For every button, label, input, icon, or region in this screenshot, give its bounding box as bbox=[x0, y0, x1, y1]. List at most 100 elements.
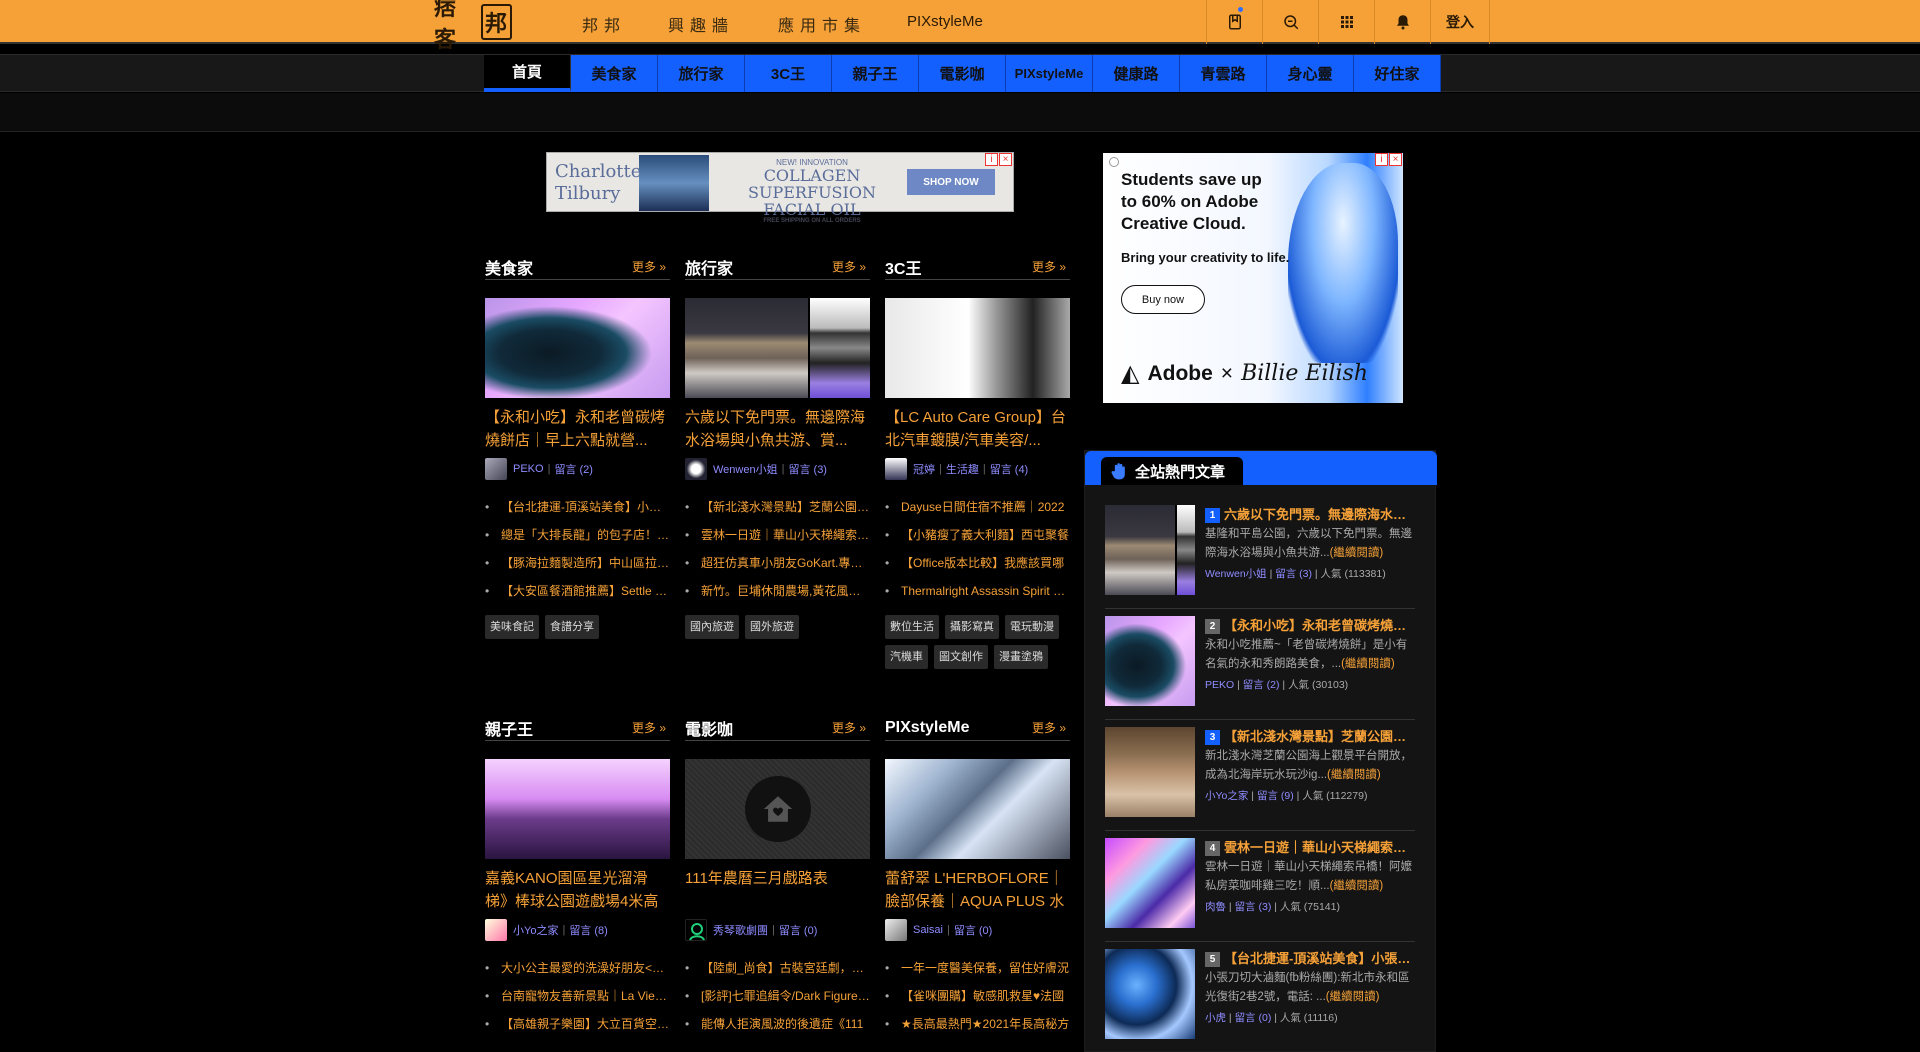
comment-count[interactable]: 留言 (0) bbox=[779, 922, 818, 938]
author-name[interactable]: Wenwen小姐 bbox=[1205, 568, 1267, 580]
read-more-link[interactable]: (繼續閱讀) bbox=[1327, 769, 1381, 781]
author-name[interactable]: 秀琴歌劇團 bbox=[713, 922, 768, 938]
cat-tab-mind[interactable]: 身心靈 bbox=[1267, 55, 1354, 92]
popular-title-text[interactable]: 雲林一日遊｜華山小天梯繩索吊橋 bbox=[1224, 840, 1415, 855]
list-item[interactable]: 超狂仿真車小朋友GoKart.專業賽車 bbox=[685, 549, 870, 577]
popular-item-title[interactable]: 4 雲林一日遊｜華山小天梯繩索吊橋 bbox=[1205, 838, 1415, 858]
article-headline[interactable]: 【LC Auto Care Group】台北汽車鍍膜/汽車美容/... bbox=[885, 406, 1070, 452]
list-item[interactable]: 【高雄親子樂園】大立百貨空中樂園 bbox=[485, 1010, 670, 1038]
author-name[interactable]: PEKO bbox=[513, 463, 544, 475]
author-name[interactable]: 肉魯 bbox=[1205, 901, 1226, 913]
tag[interactable]: 美味食記 bbox=[485, 615, 539, 639]
top-nav-interest-wall[interactable]: 興趣牆 bbox=[668, 12, 734, 36]
avatar[interactable] bbox=[885, 458, 907, 480]
tag[interactable]: 汽機車 bbox=[885, 645, 928, 669]
list-item[interactable]: 【豚海拉麵製造所】中山區拉麵推薦 bbox=[485, 549, 670, 577]
top-nav-bangbang[interactable]: 邦邦 bbox=[582, 12, 626, 36]
avatar[interactable] bbox=[485, 458, 507, 480]
more-link[interactable]: 更多 » bbox=[832, 719, 870, 736]
top-nav-app-market[interactable]: 應用市集 bbox=[778, 12, 866, 36]
list-item[interactable]: 【雀咪團購】敏感肌救星♥法國 bbox=[885, 982, 1070, 1010]
list-item[interactable]: 總是「大排長龍」的包子店！台北 bbox=[485, 521, 670, 549]
ad-close-icon[interactable]: × bbox=[1389, 153, 1402, 166]
comment-count[interactable]: 留言 (9) bbox=[1257, 790, 1294, 802]
more-link[interactable]: 更多 » bbox=[632, 719, 670, 736]
section-title[interactable]: 3C王 bbox=[885, 255, 921, 279]
tag[interactable]: 國外旅遊 bbox=[745, 615, 799, 639]
cat-tab-health[interactable]: 健康路 bbox=[1093, 55, 1180, 92]
read-more-link[interactable]: (繼續閱讀) bbox=[1326, 991, 1380, 1003]
comment-count[interactable]: 留言 (3) bbox=[1275, 568, 1312, 580]
read-more-link[interactable]: (繼續閱讀) bbox=[1341, 658, 1395, 670]
cat-tab-parenting[interactable]: 親子王 bbox=[832, 55, 919, 92]
tag[interactable]: 攝影寫真 bbox=[945, 615, 999, 639]
site-logo[interactable]: 痞客邦 bbox=[434, 0, 512, 53]
list-item[interactable]: 台南寵物友善新景點｜La Vie 樂 bbox=[485, 982, 670, 1010]
author-name[interactable]: PEKO bbox=[1205, 679, 1234, 691]
tag[interactable]: 食譜分享 bbox=[545, 615, 599, 639]
apps-button[interactable] bbox=[1318, 0, 1374, 44]
cat-tab-pixstyleme[interactable]: PIXstyleMe bbox=[1006, 55, 1093, 92]
article-thumbnail[interactable] bbox=[885, 759, 1070, 859]
list-item[interactable]: 【新北淺水灣景點】芝蘭公園海上觀景 bbox=[685, 493, 870, 521]
comment-count[interactable]: 留言 (4) bbox=[990, 461, 1029, 477]
list-item[interactable]: 【台北捷運-頂溪站美食】小張刀切大滷麵｜ bbox=[485, 493, 670, 521]
comment-count[interactable]: 留言 (2) bbox=[554, 461, 593, 477]
article-thumbnail[interactable] bbox=[685, 298, 870, 398]
list-item[interactable]: 【Office版本比較】我應該買哪 bbox=[885, 549, 1070, 577]
list-item[interactable]: 雲林一日遊｜華山小天梯繩索吊橋 bbox=[685, 521, 870, 549]
section-title[interactable]: 電影咖 bbox=[685, 716, 733, 740]
popular-item-title[interactable]: 2 【永和小吃】永和老曾碳烤燒餅店 bbox=[1205, 616, 1415, 636]
comment-count[interactable]: 留言 (8) bbox=[569, 922, 608, 938]
popular-thumbnail[interactable] bbox=[1105, 616, 1195, 706]
more-link[interactable]: 更多 » bbox=[832, 258, 870, 275]
tag[interactable]: 國內旅遊 bbox=[685, 615, 739, 639]
article-thumbnail[interactable] bbox=[885, 298, 1070, 398]
cat-tab-career[interactable]: 青雲路 bbox=[1180, 55, 1267, 92]
list-item[interactable]: 一年一度醫美保養，留住好膚況 bbox=[885, 954, 1070, 982]
popular-thumbnail[interactable] bbox=[1105, 505, 1195, 595]
article-headline[interactable]: 蕾舒翠 L'HERBOFLORE｜臉部保養｜AQUA PLUS 水 bbox=[885, 867, 1070, 913]
comment-count[interactable]: 留言 (3) bbox=[788, 461, 827, 477]
more-link[interactable]: 更多 » bbox=[1032, 719, 1070, 736]
tag[interactable]: 圖文創作 bbox=[934, 645, 988, 669]
popular-item-title[interactable]: 3 【新北淺水灣景點】芝蘭公園海上 bbox=[1205, 727, 1415, 747]
ad-close-icon[interactable]: × bbox=[999, 153, 1012, 166]
author-name[interactable]: 小Yo之家 bbox=[1205, 790, 1248, 802]
cat-tab-3c[interactable]: 3C王 bbox=[745, 55, 832, 92]
list-item[interactable]: 【大安區餐酒館推薦】Settle 餐酒館 bbox=[485, 577, 670, 605]
list-item[interactable]: [影評]七罪追緝令/Dark Figure of bbox=[685, 982, 870, 1010]
list-item[interactable]: 【陸劇_尚食】古裝宮廷劇，許凱 bbox=[685, 954, 870, 982]
ad-info-icon[interactable]: i bbox=[985, 153, 998, 166]
popular-title-text[interactable]: 【新北淺水灣景點】芝蘭公園海上 bbox=[1224, 729, 1415, 744]
author-category[interactable]: 生活趣 bbox=[946, 461, 979, 477]
list-item[interactable]: Thermalright Assassin Spirit 120 bbox=[885, 577, 1070, 605]
section-title[interactable]: PIXstyleMe bbox=[885, 719, 969, 737]
read-more-link[interactable]: (繼續閱讀) bbox=[1330, 880, 1384, 892]
avatar[interactable] bbox=[885, 919, 907, 941]
banner-ad-top[interactable]: Charlotte Tilbury NEW! INNOVATION COLLAG… bbox=[546, 152, 1014, 224]
list-item[interactable]: 能傳人拒演風波的後遺症《111 bbox=[685, 1010, 870, 1038]
top-nav-pixstyleme[interactable]: PIXstyleMe bbox=[907, 13, 983, 30]
ad-shop-now-button[interactable]: SHOP NOW bbox=[907, 169, 995, 195]
more-link[interactable]: 更多 » bbox=[632, 258, 670, 275]
popular-thumbnail[interactable] bbox=[1105, 949, 1195, 1039]
article-headline[interactable]: 六歲以下免門票。無邊際海水浴場與小魚共游、賞... bbox=[685, 406, 870, 452]
avatar[interactable] bbox=[485, 919, 507, 941]
popular-thumbnail[interactable] bbox=[1105, 838, 1195, 928]
tag[interactable]: 電玩動漫 bbox=[1005, 615, 1059, 639]
section-title[interactable]: 美食家 bbox=[485, 255, 533, 279]
cat-tab-travel[interactable]: 旅行家 bbox=[658, 55, 745, 92]
comment-count[interactable]: 留言 (2) bbox=[1243, 679, 1280, 691]
list-item[interactable]: ★長高最熱門★2021年長高秘方 bbox=[885, 1010, 1070, 1038]
more-link[interactable]: 更多 » bbox=[1032, 258, 1070, 275]
notifications-button[interactable] bbox=[1374, 0, 1430, 44]
popular-tab[interactable]: 全站熱門文章 bbox=[1101, 457, 1243, 485]
popular-thumbnail[interactable] bbox=[1105, 727, 1195, 817]
list-item[interactable]: 【小豬瘦了義大利麵】西屯聚餐 bbox=[885, 521, 1070, 549]
cat-tab-home-living[interactable]: 好住家 bbox=[1354, 55, 1441, 92]
list-item[interactable]: 大小公主最愛的洗澡好朋友<卡通造型 bbox=[485, 954, 670, 982]
author-name[interactable]: Wenwen小姐 bbox=[713, 461, 778, 477]
author-name[interactable]: 冠婷 bbox=[913, 461, 935, 477]
author-name[interactable]: Saisai bbox=[913, 924, 943, 936]
